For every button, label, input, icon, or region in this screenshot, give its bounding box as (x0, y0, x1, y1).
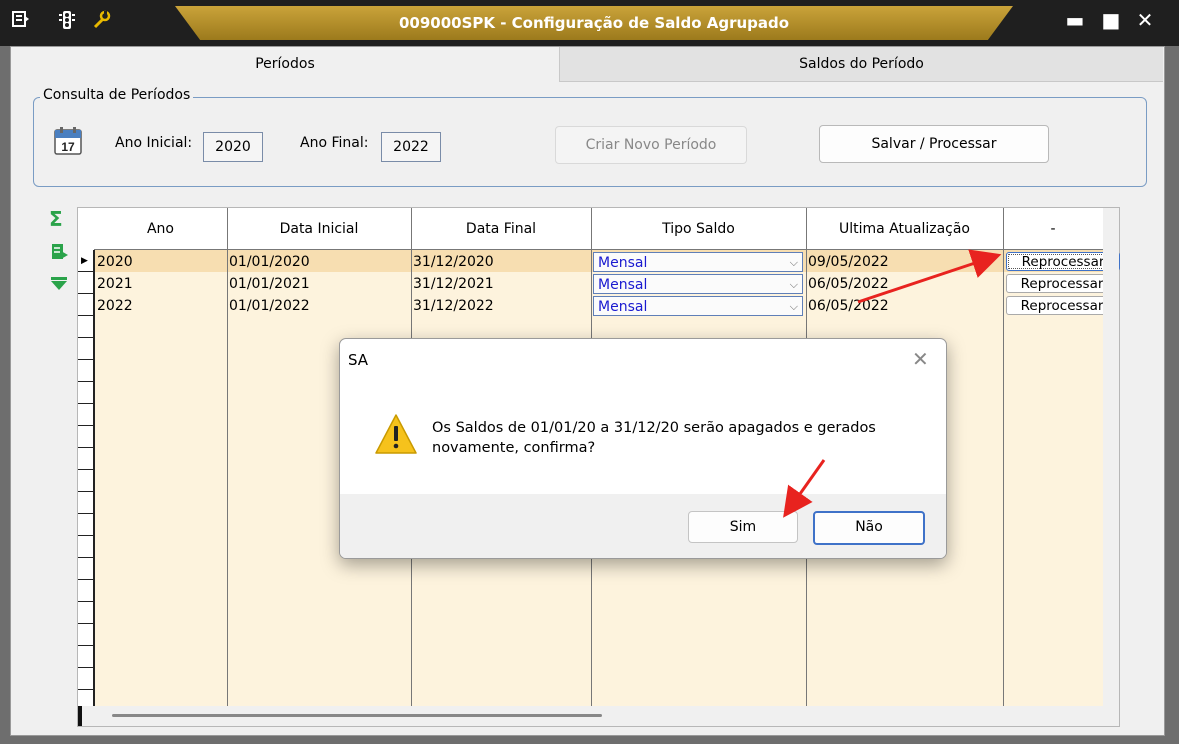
annotation-arrow (783, 459, 826, 518)
annotation-arrow (857, 249, 1002, 304)
app-window: 009000SPK - Configuração de Saldo Agrupa… (0, 0, 1179, 744)
annotation-arrows (783, 249, 1002, 518)
